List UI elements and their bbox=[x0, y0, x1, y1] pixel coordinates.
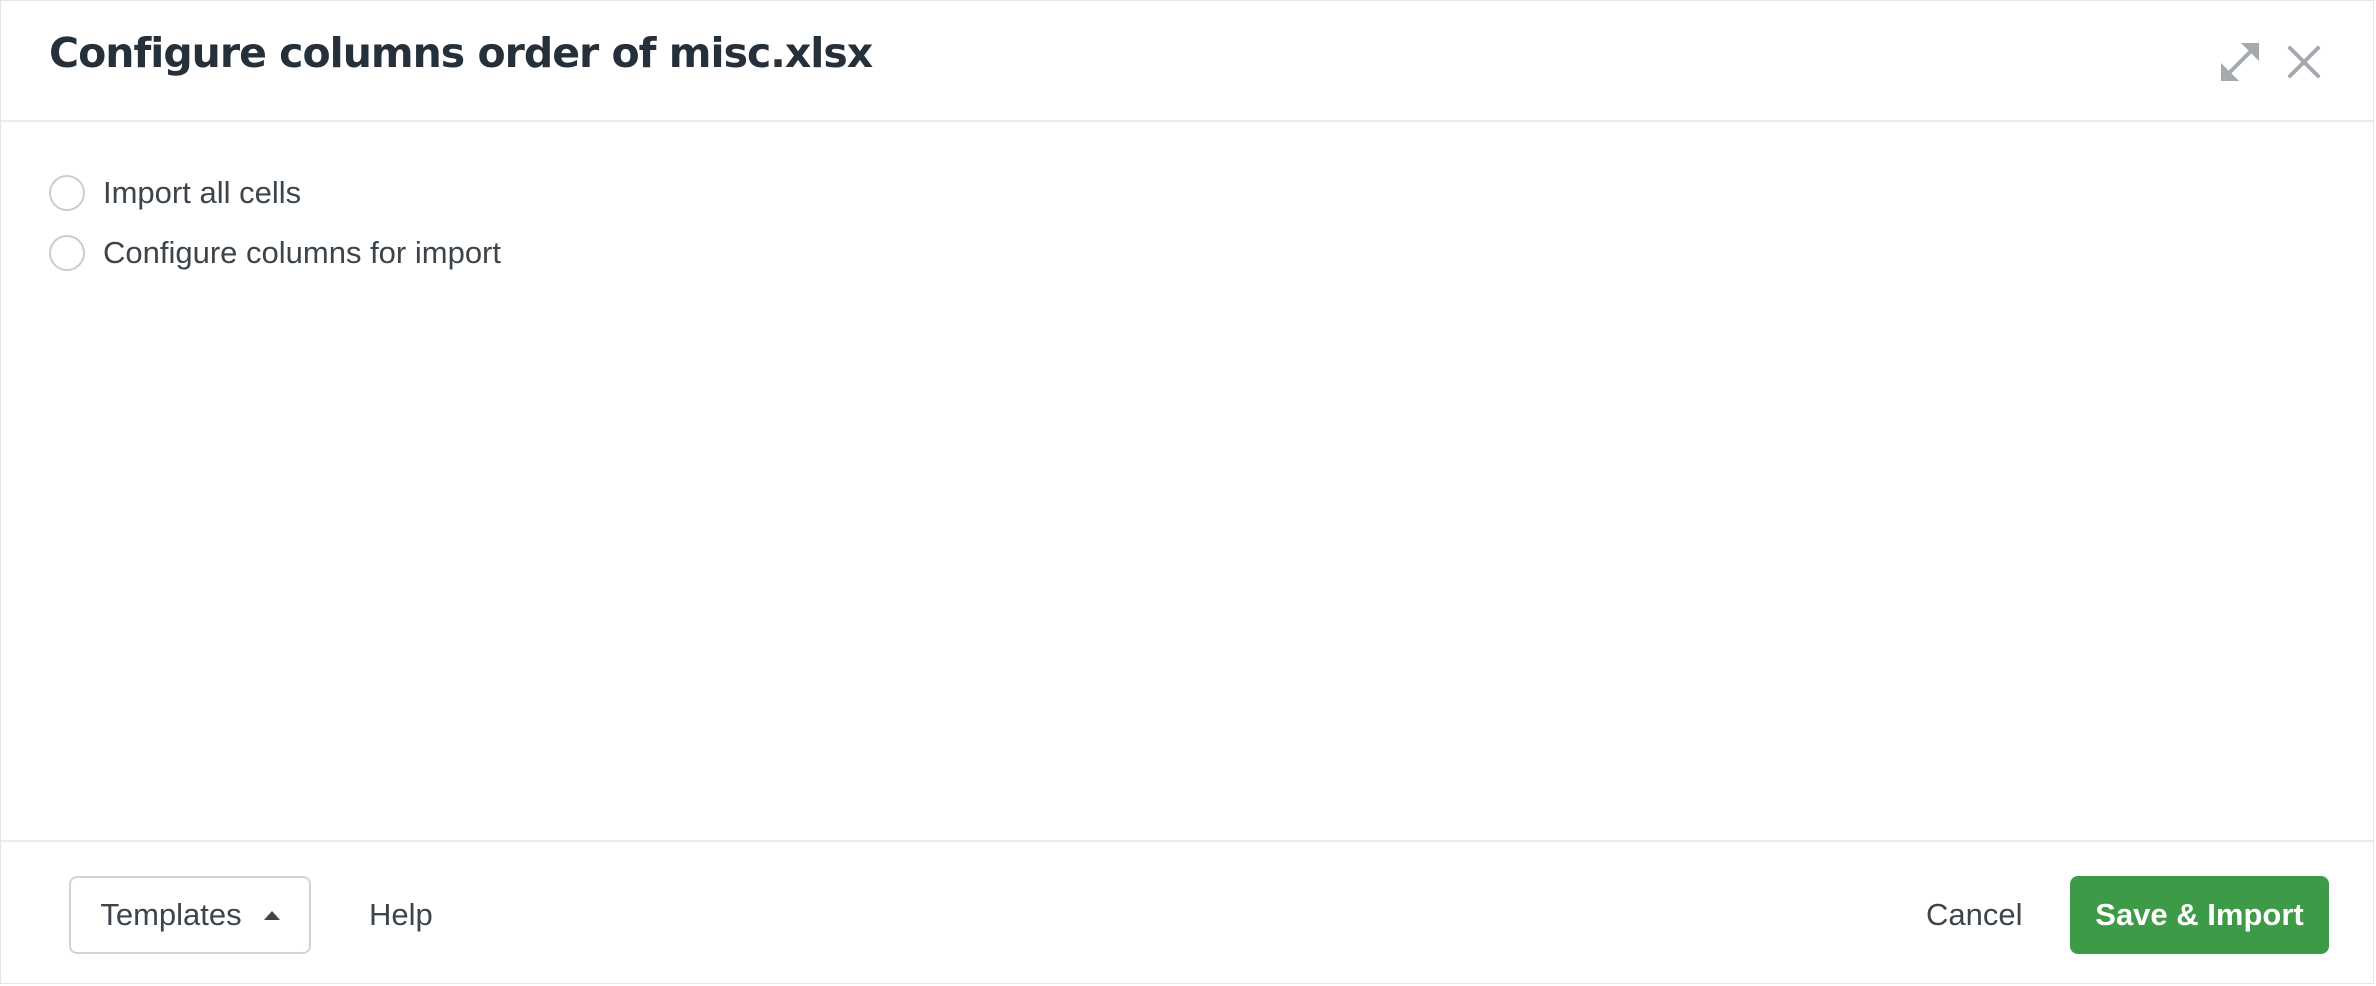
cancel-button[interactable]: Cancel bbox=[1926, 876, 2023, 954]
dialog-title: Configure columns order of misc.xlsx bbox=[49, 29, 873, 77]
radio-label: Configure columns for import bbox=[103, 235, 501, 270]
radio-button[interactable] bbox=[49, 175, 85, 211]
save-and-import-button[interactable]: Save & Import bbox=[2070, 876, 2329, 954]
caret-up-icon bbox=[263, 910, 280, 920]
dialog-header: Configure columns order of misc.xlsx bbox=[1, 1, 2373, 122]
import-all-cells-option[interactable]: Import all cells bbox=[49, 173, 301, 213]
radio-label: Import all cells bbox=[103, 175, 302, 210]
templates-label: Templates bbox=[100, 897, 242, 932]
templates-button[interactable]: Templates bbox=[69, 876, 311, 954]
help-button[interactable]: Help bbox=[369, 876, 433, 954]
radio-button[interactable] bbox=[49, 235, 85, 271]
configure-columns-option[interactable]: Configure columns for import bbox=[49, 233, 501, 273]
dialog-body: Import all cells Configure columns for i… bbox=[1, 122, 2373, 842]
close-button[interactable] bbox=[2281, 39, 2327, 85]
configure-columns-dialog: Configure columns order of misc.xlsx Imp… bbox=[0, 0, 2374, 984]
close-icon bbox=[2288, 46, 2320, 78]
expand-button[interactable] bbox=[2217, 39, 2263, 85]
dialog-footer: Templates Help Cancel Save & Import bbox=[1, 840, 2373, 985]
expand-icon bbox=[2221, 43, 2259, 81]
